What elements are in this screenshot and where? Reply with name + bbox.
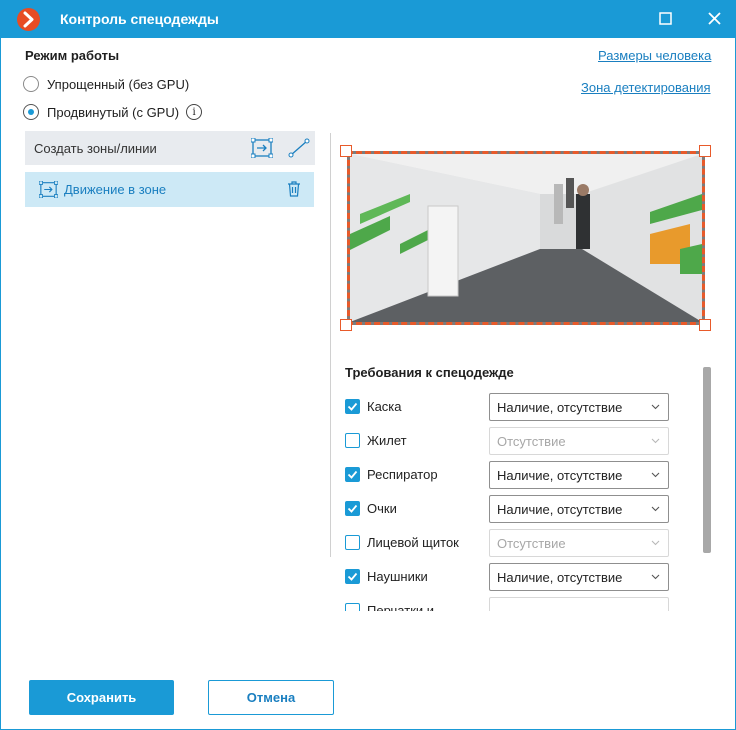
requirement-row-vest: Жилет Отсутствие bbox=[341, 425, 681, 455]
chevron-down-icon bbox=[651, 438, 660, 444]
info-icon[interactable]: i bbox=[186, 104, 203, 120]
save-button[interactable]: Сохранить bbox=[29, 680, 174, 715]
select-value: Отсутствие bbox=[497, 536, 566, 551]
camera-frame-image bbox=[350, 154, 702, 322]
trash-icon[interactable] bbox=[287, 181, 301, 197]
requirements-list: Каска Наличие, отсутствие Жилет Отсутств… bbox=[341, 385, 701, 611]
requirement-label: Перчатки и bbox=[367, 603, 435, 611]
maximize-button[interactable] bbox=[651, 5, 681, 33]
gloves-select[interactable] bbox=[489, 597, 669, 611]
chevron-down-icon bbox=[651, 540, 660, 546]
checkmark-icon bbox=[347, 402, 358, 411]
dialog-window: Контроль спецодежды Режим работы Упрощен… bbox=[0, 0, 736, 730]
face-shield-checkbox[interactable] bbox=[345, 535, 360, 550]
mode-option-simple[interactable]: Упрощенный (без GPU) bbox=[23, 74, 189, 94]
camera-preview[interactable] bbox=[347, 151, 705, 325]
checkmark-icon bbox=[347, 504, 358, 513]
app-logo-icon bbox=[17, 8, 40, 31]
panel-divider bbox=[330, 133, 331, 557]
zone-rect-icon[interactable] bbox=[250, 137, 274, 159]
radio-advanced[interactable] bbox=[23, 104, 39, 120]
headphones-select[interactable]: Наличие, отсутствие bbox=[489, 563, 669, 591]
requirement-label: Наушники bbox=[367, 569, 428, 584]
zone-handle-bottom-right[interactable] bbox=[699, 319, 711, 331]
zone-handle-top-left[interactable] bbox=[340, 145, 352, 157]
chevron-down-icon bbox=[651, 506, 660, 512]
zone-handle-bottom-left[interactable] bbox=[340, 319, 352, 331]
requirement-row-face-shield: Лицевой щиток Отсутствие bbox=[341, 527, 681, 557]
requirement-label: Каска bbox=[367, 399, 402, 414]
requirement-row-glasses: Очки Наличие, отсутствие bbox=[341, 493, 681, 523]
chevron-down-icon bbox=[651, 404, 660, 410]
mode-option-advanced[interactable]: Продвинутый (с GPU) i bbox=[23, 102, 203, 122]
zone-rect-icon bbox=[39, 181, 58, 198]
helmet-checkbox[interactable] bbox=[345, 399, 360, 414]
close-icon bbox=[708, 12, 721, 25]
cancel-button[interactable]: Отмена bbox=[208, 680, 334, 715]
zones-header: Создать зоны/линии bbox=[25, 131, 315, 165]
requirements-scrollbar[interactable] bbox=[703, 367, 711, 553]
select-value: Отсутствие bbox=[497, 434, 566, 449]
select-value: Наличие, отсутствие bbox=[497, 502, 623, 517]
chevron-down-icon bbox=[651, 472, 660, 478]
zone-item-label: Движение в зоне bbox=[64, 182, 167, 197]
chevron-down-icon bbox=[651, 574, 660, 580]
maximize-icon bbox=[659, 12, 672, 25]
helmet-select[interactable]: Наличие, отсутствие bbox=[489, 393, 669, 421]
mode-title: Режим работы bbox=[25, 48, 120, 63]
select-value: Наличие, отсутствие bbox=[497, 400, 623, 415]
requirement-row-helmet: Каска Наличие, отсутствие bbox=[341, 391, 681, 421]
respirator-checkbox[interactable] bbox=[345, 467, 360, 482]
headphones-checkbox[interactable] bbox=[345, 569, 360, 584]
face-shield-select[interactable]: Отсутствие bbox=[489, 529, 669, 557]
person-size-link[interactable]: Размеры человека bbox=[598, 48, 711, 63]
mode-option-label: Продвинутый (с GPU) bbox=[47, 104, 180, 120]
select-value: Наличие, отсутствие bbox=[497, 468, 623, 483]
requirements-title: Требования к спецодежде bbox=[345, 365, 514, 380]
zone-handle-top-right[interactable] bbox=[699, 145, 711, 157]
window-title: Контроль спецодежды bbox=[60, 11, 219, 27]
gloves-checkbox[interactable] bbox=[345, 603, 360, 611]
close-button[interactable] bbox=[700, 5, 730, 33]
respirator-select[interactable]: Наличие, отсутствие bbox=[489, 461, 669, 489]
detection-zone-link[interactable]: Зона детектирования bbox=[581, 80, 711, 95]
radio-simple[interactable] bbox=[23, 76, 39, 92]
create-zones-label: Создать зоны/линии bbox=[34, 141, 157, 156]
requirement-label: Респиратор bbox=[367, 467, 438, 482]
requirement-label: Жилет bbox=[367, 433, 407, 448]
checkmark-icon bbox=[347, 470, 358, 479]
select-value: Наличие, отсутствие bbox=[497, 570, 623, 585]
title-bar: Контроль спецодежды bbox=[1, 1, 736, 38]
checkmark-icon bbox=[347, 572, 358, 581]
glasses-checkbox[interactable] bbox=[345, 501, 360, 516]
requirement-label: Очки bbox=[367, 501, 397, 516]
requirement-row-gloves: Перчатки и bbox=[341, 595, 681, 611]
zone-list-item[interactable]: Движение в зоне bbox=[25, 172, 314, 207]
vest-select[interactable]: Отсутствие bbox=[489, 427, 669, 455]
requirement-row-headphones: Наушники Наличие, отсутствие bbox=[341, 561, 681, 591]
vest-checkbox[interactable] bbox=[345, 433, 360, 448]
requirement-label: Лицевой щиток bbox=[367, 535, 459, 550]
mode-option-label: Упрощенный (без GPU) bbox=[47, 76, 190, 92]
glasses-select[interactable]: Наличие, отсутствие bbox=[489, 495, 669, 523]
line-icon[interactable] bbox=[288, 138, 310, 158]
requirement-row-respirator: Респиратор Наличие, отсутствие bbox=[341, 459, 681, 489]
